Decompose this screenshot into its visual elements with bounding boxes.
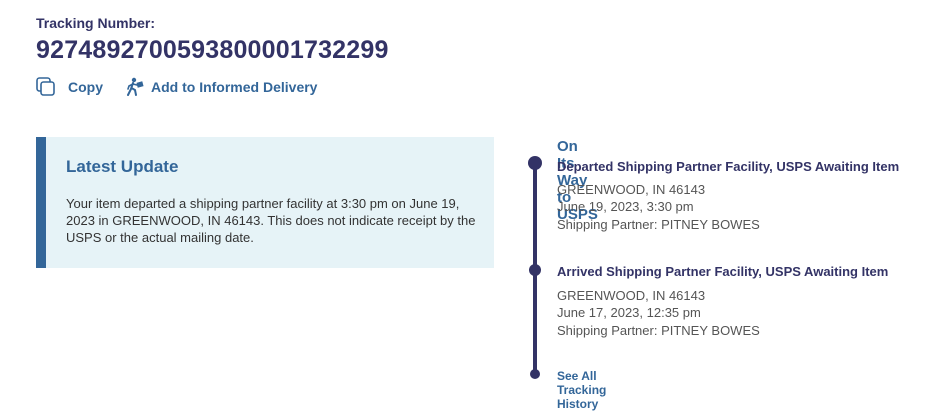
informed-delivery-label: Add to Informed Delivery [151, 79, 318, 95]
latest-update-text: Your item departed a shipping partner fa… [66, 196, 476, 245]
latest-update-title: Latest Update [66, 157, 179, 176]
see-all-tracking-history-link[interactable]: See All Tracking History [557, 369, 606, 411]
event-location: GREENWOOD, IN 46143 [557, 288, 706, 303]
timeline-dot [528, 156, 542, 170]
timeline-dot [529, 264, 541, 276]
tracking-page: Tracking Number: 92748927005938000017322… [0, 0, 933, 411]
event-partner: Shipping Partner: PITNEY BOWES [557, 323, 760, 338]
copy-icon [36, 77, 56, 97]
event-title: Arrived Shipping Partner Facility, USPS … [557, 264, 889, 279]
copy-label: Copy [68, 79, 103, 95]
timeline-end-dot [530, 369, 540, 379]
walking-carrier-icon [125, 77, 147, 97]
add-to-informed-delivery-button[interactable]: Add to Informed Delivery [125, 77, 317, 97]
copy-button[interactable]: Copy [36, 77, 103, 97]
event-location: GREENWOOD, IN 46143 [557, 182, 706, 197]
latest-update-panel: Latest Update Your item departed a shipp… [36, 137, 494, 268]
event-partner: Shipping Partner: PITNEY BOWES [557, 217, 760, 232]
event-title: Departed Shipping Partner Facility, USPS… [557, 159, 900, 174]
tracking-number-label: Tracking Number: [36, 15, 156, 31]
tracking-actions: Copy Add to Informed Delivery [36, 76, 317, 98]
tracking-number: 9274892700593800001732299 [36, 36, 389, 64]
event-datetime: June 17, 2023, 12:35 pm [557, 305, 701, 320]
event-datetime: June 19, 2023, 3:30 pm [557, 199, 694, 214]
